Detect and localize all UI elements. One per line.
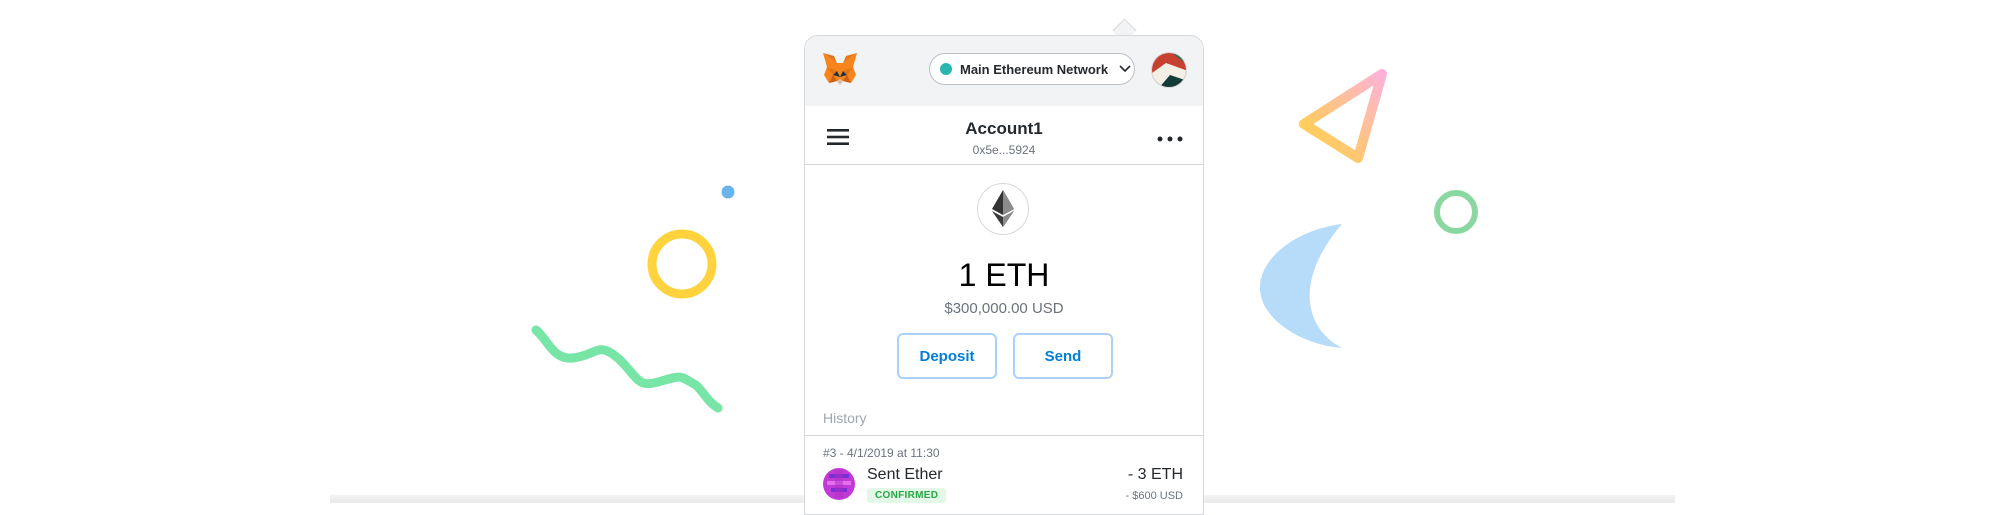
blue-crescent-decoration [1259, 224, 1342, 348]
network-selector[interactable]: Main Ethereum Network [929, 53, 1135, 85]
transaction-identicon [823, 468, 855, 500]
transaction-meta: #3 - 4/1/2019 at 11:30 [823, 446, 940, 460]
account-address[interactable]: 0x5e...5924 [805, 143, 1203, 157]
account-name[interactable]: Account1 [805, 119, 1203, 139]
account-avatar[interactable] [1151, 52, 1187, 88]
transaction-fiat: - $600 USD [1125, 490, 1183, 502]
history-heading: History [823, 410, 867, 426]
chevron-down-icon [1119, 65, 1131, 73]
yellow-ring-decoration [647, 229, 717, 299]
status-badge: CONFIRMED [867, 488, 947, 503]
green-ring-decoration [1434, 190, 1478, 234]
network-status-dot [940, 63, 952, 75]
deposit-button[interactable]: Deposit [897, 333, 997, 379]
blue-dot-decoration [721, 185, 735, 199]
send-button[interactable]: Send [1013, 333, 1113, 379]
transaction-amount: - 3 ETH [1127, 466, 1183, 483]
transaction-row[interactable]: #3 - 4/1/2019 at 11:30 Sent Ether CONFIR… [805, 435, 1203, 514]
more-options-icon[interactable] [1157, 136, 1183, 142]
green-squiggle-decoration [531, 325, 723, 413]
transaction-title: Sent Ether [867, 466, 943, 483]
balance-section: 1 ETH $300,000.00 USD Deposit Send Histo… [805, 165, 1203, 435]
fiat-balance: $300,000.00 USD [944, 300, 1064, 317]
gradient-triangle-decoration [1299, 69, 1387, 163]
network-label: Main Ethereum Network [960, 61, 1109, 77]
metamask-fox-icon[interactable] [821, 51, 859, 87]
wallet-popup: Main Ethereum Network Account1 0x5e...59… [804, 35, 1204, 515]
account-bar: Account1 0x5e...5924 [805, 106, 1203, 165]
eth-balance: 1 ETH [958, 257, 1050, 293]
app-header: Main Ethereum Network [805, 36, 1203, 106]
ethereum-icon [977, 183, 1029, 235]
